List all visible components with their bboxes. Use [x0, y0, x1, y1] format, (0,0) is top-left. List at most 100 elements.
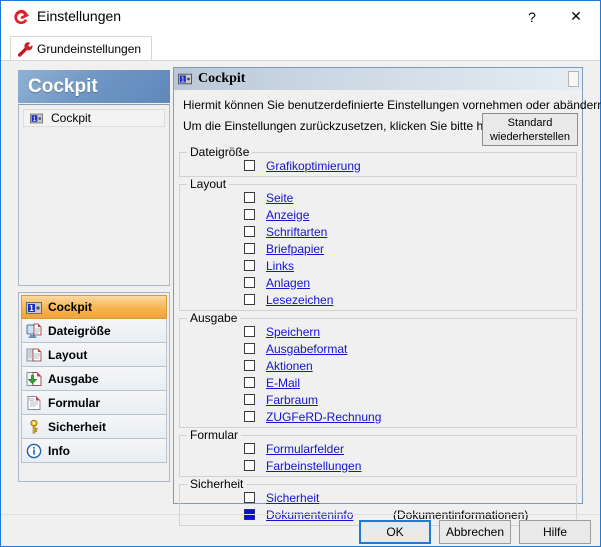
checkbox-farbeinstellungen[interactable]: [244, 460, 255, 471]
setting-row: Farbeinstellungen: [180, 457, 576, 474]
link-e-mail[interactable]: E-Mail: [266, 376, 300, 390]
sidebar-item-cockpit[interactable]: 1 Cockpit: [21, 295, 167, 319]
cancel-button[interactable]: Abbrechen: [439, 520, 511, 544]
tab-grundeinstellungen[interactable]: Grundeinstellungen: [10, 36, 153, 61]
app-logo-e-icon: [14, 9, 29, 25]
checkbox-e-mail[interactable]: [244, 377, 255, 388]
setting-row: Sicherheit: [180, 489, 576, 506]
sidebar-listbox: 1 Cockpit: [18, 104, 170, 286]
title-bar: Einstellungen ? ✕: [1, 1, 600, 33]
link-briefpapier[interactable]: Briefpapier: [266, 242, 324, 256]
sidebar-item-label: Dateigröße: [48, 323, 111, 338]
panel-intro-line-2: Um die Einstellungen zurückzusetzen, kli…: [183, 119, 500, 133]
setting-row: Ausgabeformat: [180, 340, 576, 357]
link-anzeige[interactable]: Anzeige: [266, 208, 309, 222]
sidebar-nav: 1 Cockpit Dateigröße Layout Ausgabe Form…: [18, 292, 170, 482]
tab-label: Grundeinstellungen: [37, 42, 142, 56]
svg-text:1: 1: [181, 77, 185, 84]
link-schriftarten[interactable]: Schriftarten: [266, 225, 327, 239]
client-area: Cockpit 1 Cockpit 1 Cockpit Dateigröße L…: [1, 61, 601, 546]
link-ausgabeformat[interactable]: Ausgabeformat: [266, 342, 347, 356]
setting-row: Aktionen: [180, 357, 576, 374]
panel-scrollbar-thumb[interactable]: [568, 71, 579, 87]
close-button[interactable]: ✕: [554, 1, 598, 32]
output-icon: [26, 372, 42, 386]
checkbox-briefpapier[interactable]: [244, 243, 255, 254]
checkbox-ausgabeformat[interactable]: [244, 343, 255, 354]
settings-group: Ausgabe Speichern Ausgabeformat Aktionen E-M…: [179, 311, 577, 428]
help-titlebar-button[interactable]: ?: [510, 1, 554, 32]
layout-icon: [26, 348, 42, 362]
checkbox-anzeige[interactable]: [244, 209, 255, 220]
checkbox-schriftarten[interactable]: [244, 226, 255, 237]
setting-row: Lesezeichen: [180, 291, 576, 308]
sidebar-item-label: Sicherheit: [48, 419, 107, 434]
setting-row: Grafikoptimierung: [180, 157, 576, 174]
help-button[interactable]: Hilfe: [519, 520, 591, 544]
setting-row: Links: [180, 257, 576, 274]
sidebar-item-label: Layout: [48, 347, 88, 362]
cockpit-icon: 1: [178, 73, 192, 85]
setting-row: Farbraum: [180, 391, 576, 408]
sidebar-item-info[interactable]: Info: [21, 439, 167, 463]
window-title: Einstellungen: [37, 8, 122, 24]
checkbox-farbraum[interactable]: [244, 394, 255, 405]
link-anlagen[interactable]: Anlagen: [266, 276, 310, 290]
checkbox-anlagen[interactable]: [244, 277, 255, 288]
restore-defaults-line-1: Standard: [507, 116, 553, 129]
checkbox-aktionen[interactable]: [244, 360, 255, 371]
sidebar-item-ausgabe[interactable]: Ausgabe: [21, 367, 167, 391]
checkbox-speichern[interactable]: [244, 326, 255, 337]
checkbox-links[interactable]: [244, 260, 255, 271]
restore-defaults-button[interactable]: Standard wiederherstellen: [482, 113, 578, 146]
sidebar-item-dateigroesse[interactable]: Dateigröße: [21, 319, 167, 343]
settings-dialog-window: Einstellungen ? ✕ Grundeinstellungen Coc…: [0, 0, 601, 547]
checkbox-grafikoptimierung[interactable]: [244, 160, 255, 171]
settings-group: Dateigröße Grafikoptimierung: [179, 145, 577, 177]
setting-row: Schriftarten: [180, 223, 576, 240]
setting-row: Briefpapier: [180, 240, 576, 257]
setting-row: Anzeige: [180, 206, 576, 223]
setting-row: E-Mail: [180, 374, 576, 391]
checkbox-formularfelder[interactable]: [244, 443, 255, 454]
link-zugferd-rechnung[interactable]: ZUGFeRD-Rechnung: [266, 410, 381, 424]
link-farbeinstellungen[interactable]: Farbeinstellungen: [266, 459, 361, 473]
footer-separator: [1, 514, 600, 515]
tab-strip: Grundeinstellungen: [1, 33, 600, 61]
sidebar-item-label: Formular: [48, 395, 101, 410]
checkbox-seite[interactable]: [244, 192, 255, 203]
setting-row: ZUGFeRD-Rechnung: [180, 408, 576, 425]
link-farbraum[interactable]: Farbraum: [266, 393, 318, 407]
link-seite[interactable]: Seite: [266, 191, 293, 205]
link-lesezeichen[interactable]: Lesezeichen: [266, 293, 333, 307]
link-grafikoptimierung[interactable]: Grafikoptimierung: [266, 159, 361, 173]
question-mark-icon: ?: [528, 8, 536, 25]
link-speichern[interactable]: Speichern: [266, 325, 320, 339]
list-item-cockpit[interactable]: 1 Cockpit: [23, 109, 165, 127]
panel-title: Cockpit: [198, 71, 246, 86]
sidebar-item-sicherheit[interactable]: Sicherheit: [21, 415, 167, 439]
sidebar-item-label: Cockpit: [48, 300, 93, 314]
setting-row: Formularfelder: [180, 440, 576, 457]
link-aktionen[interactable]: Aktionen: [266, 359, 313, 373]
link-links[interactable]: Links: [266, 259, 294, 273]
sidebar-item-formular[interactable]: Formular: [21, 391, 167, 415]
panel-header: 1 Cockpit: [174, 68, 582, 90]
info-icon: [26, 443, 42, 459]
sidebar-item-layout[interactable]: Layout: [21, 343, 167, 367]
panel-intro-line-1: Hiermit können Sie benutzerdefinierte Ei…: [183, 98, 601, 112]
cockpit-icon: 1: [30, 113, 43, 123]
svg-text:1: 1: [29, 304, 34, 313]
checkbox-zugferd-rechnung[interactable]: [244, 411, 255, 422]
ok-button[interactable]: OK: [359, 520, 431, 544]
restore-defaults-line-2: wiederherstellen: [489, 130, 571, 143]
checkbox-sicherheit[interactable]: [244, 492, 255, 503]
close-icon: ✕: [570, 8, 582, 24]
setting-row: Anlagen: [180, 274, 576, 291]
link-sicherheit[interactable]: Sicherheit: [266, 491, 319, 505]
link-formularfelder[interactable]: Formularfelder: [266, 442, 344, 456]
cockpit-icon: 1: [26, 302, 42, 314]
checkbox-lesezeichen[interactable]: [244, 294, 255, 305]
filesize-icon: [26, 323, 42, 338]
settings-group: Formular Formularfelder Farbeinstellungen: [179, 428, 577, 477]
